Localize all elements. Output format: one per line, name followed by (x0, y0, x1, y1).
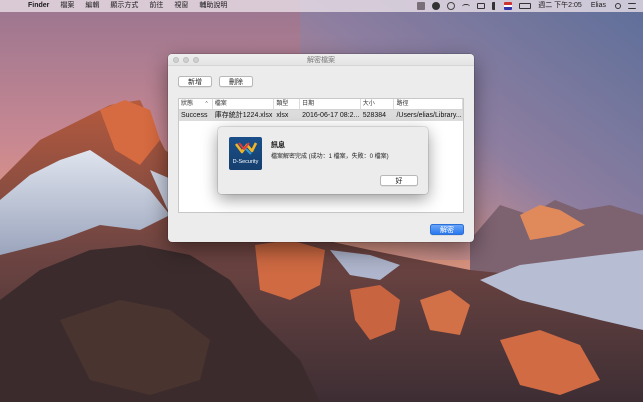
add-button[interactable]: 新增 (178, 76, 212, 87)
delete-button[interactable]: 刪除 (219, 76, 253, 87)
app-status-icon[interactable] (417, 2, 426, 10)
column-header-status[interactable]: 狀態 ^ (179, 99, 213, 109)
message-dialog: D-Security 訊息 檔案解密完成 (成功：1 檔案，失敗：0 檔案) 好 (218, 127, 428, 194)
flag-icon[interactable] (504, 2, 513, 10)
table-header: 狀態 ^ 檔案 類型 日期 大小 路徑 (179, 99, 463, 110)
menu-window[interactable]: 視窗 (174, 0, 188, 12)
column-header-date[interactable]: 日期 (300, 99, 361, 109)
column-header-path[interactable]: 路徑 (394, 99, 463, 109)
menu-edit[interactable]: 編輯 (85, 0, 99, 12)
shield-icon[interactable] (432, 2, 441, 10)
menu-go[interactable]: 前往 (149, 0, 163, 12)
column-header-type[interactable]: 類型 (274, 99, 301, 109)
table-row[interactable]: Success 庫存統計1224.xlsx xlsx 2016-06-17 08… (179, 110, 463, 121)
window-title: 解密檔案 (307, 56, 335, 64)
column-header-size[interactable]: 大小 (361, 99, 395, 109)
ok-button[interactable]: 好 (380, 175, 418, 186)
menu-bar: Finder 檔案 編輯 顯示方式 前往 視窗 輔助說明 週二 下午2:05 E… (0, 0, 643, 12)
sort-ascending-icon: ^ (205, 101, 208, 107)
cell-date: 2016-06-17 08:2... (302, 112, 360, 119)
decrypt-button[interactable]: 解密 (430, 224, 464, 235)
list-icon[interactable] (628, 3, 636, 9)
menu-user[interactable]: Elias (591, 0, 606, 12)
app-icon-brand: D-Security (232, 159, 259, 165)
menu-file[interactable]: 檔案 (60, 0, 74, 12)
compass-icon[interactable] (447, 2, 456, 10)
cell-path: /Users/elias/Library... (396, 112, 462, 119)
menu-view[interactable]: 顯示方式 (110, 0, 138, 12)
menu-finder[interactable]: Finder (28, 0, 49, 12)
minimize-button[interactable] (183, 57, 189, 63)
window-controls (173, 57, 199, 63)
column-header-file[interactable]: 檔案 (213, 99, 275, 109)
d-security-app-icon: D-Security (229, 137, 262, 170)
cell-file: 庫存統計1224.xlsx (214, 112, 273, 119)
d-security-logo-icon (234, 142, 258, 155)
cell-type: xlsx (276, 112, 289, 119)
window-titlebar[interactable]: 解密檔案 (168, 54, 474, 66)
battery-icon[interactable] (519, 3, 532, 9)
display-icon[interactable] (477, 3, 486, 9)
dialog-message: 檔案解密完成 (成功：1 檔案，失敗：0 檔案) (271, 154, 389, 160)
zoom-button[interactable] (193, 57, 199, 63)
close-button[interactable] (173, 57, 179, 63)
cell-status: Success (181, 112, 208, 119)
status-area: 週二 下午2:05 Elias (417, 0, 643, 12)
search-icon[interactable] (615, 3, 621, 9)
volume-icon[interactable] (492, 2, 497, 10)
menu-clock[interactable]: 週二 下午2:05 (538, 0, 582, 12)
wifi-icon[interactable] (462, 3, 471, 9)
menu-help[interactable]: 輔助說明 (199, 0, 227, 12)
cell-size: 528384 (362, 112, 387, 119)
dialog-title: 訊息 (271, 142, 285, 149)
